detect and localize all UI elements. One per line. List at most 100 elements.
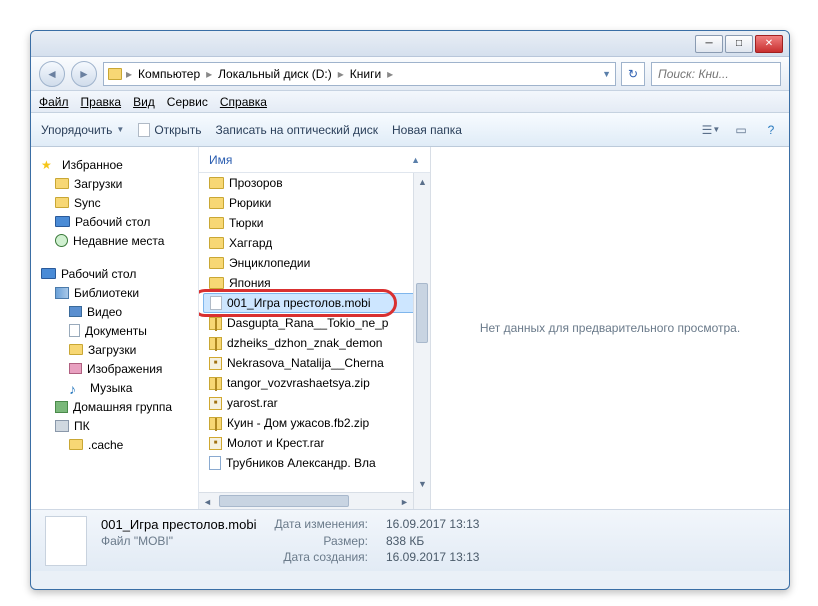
scroll-right-arrow[interactable]: ► [396,493,413,510]
file-row[interactable]: tangor_vozvrashaetsya.zip [199,373,430,393]
scroll-up-arrow[interactable]: ▲ [414,173,431,190]
search-input[interactable] [651,62,781,86]
file-row[interactable]: Трубников Александр. Вла [199,453,430,473]
sidebar-favorites[interactable]: ★Избранное [41,155,198,174]
sort-indicator-icon: ▲ [411,155,420,165]
status-filename: 001_Игра престолов.mobi [101,517,257,532]
sidebar-pc[interactable]: ПК [41,416,198,435]
zip-icon [209,317,222,330]
sidebar-documents[interactable]: Документы [41,321,198,340]
menu-view[interactable]: Вид [133,95,155,109]
sidebar-cache[interactable]: .cache [41,435,198,454]
chevron-down-icon[interactable]: ▼ [602,69,611,79]
sidebar-sync[interactable]: Sync [41,193,198,212]
file-row[interactable]: dzheiks_dzhon_znak_demon [199,333,430,353]
organize-button[interactable]: Упорядочить▼ [41,123,124,137]
scroll-thumb[interactable] [416,283,428,343]
breadcrumb-folder[interactable]: Книги [348,67,383,81]
file-row[interactable]: Прозоров [199,173,430,193]
refresh-button[interactable]: ↻ [621,62,645,86]
menu-file[interactable]: Файл [39,95,69,109]
scroll-left-arrow[interactable]: ◄ [199,493,216,510]
forward-button[interactable]: ► [71,61,97,87]
file-name: Хаггард [229,236,272,250]
document-icon [138,123,150,137]
file-row[interactable]: Dasgupta_Rana__Tokio_ne_p [199,313,430,333]
burn-button[interactable]: Записать на оптический диск [215,123,378,137]
address-bar[interactable]: ▸ Компьютер ▸ Локальный диск (D:) ▸ Книг… [103,62,616,86]
doc-icon [210,296,222,310]
document-icon [69,324,80,337]
sidebar-music[interactable]: ♪Музыка [41,378,198,397]
help-button[interactable]: ? [763,122,779,138]
minimize-button[interactable]: ─ [695,35,723,53]
chevron-right-icon: ▸ [126,67,132,81]
folder-icon [69,439,83,450]
file-row[interactable]: ■yarost.rar [199,393,430,413]
web-icon [209,456,221,470]
sidebar-downloads[interactable]: Загрузки [41,174,198,193]
breadcrumb-drive[interactable]: Локальный диск (D:) [216,67,334,81]
close-button[interactable]: ✕ [755,35,783,53]
file-row[interactable]: ■Nekrasova_Natalija__Cherna [199,353,430,373]
file-name: tangor_vozvrashaetsya.zip [227,376,370,390]
status-size-label: Размер: [275,534,369,548]
horizontal-scrollbar[interactable]: ◄ ► [199,492,413,509]
folder-icon [209,177,224,189]
desktop-icon [41,268,56,279]
back-button[interactable]: ◄ [39,61,65,87]
file-row[interactable]: Энциклопедии [199,253,430,273]
file-row[interactable]: 001_Игра престолов.mobi [203,293,426,313]
file-row[interactable]: Япония [199,273,430,293]
sidebar-homegroup[interactable]: Домашняя группа [41,397,198,416]
video-icon [69,306,82,317]
file-row[interactable]: ■ Молот и Крест.rar [199,433,430,453]
file-row[interactable]: Хаггард [199,233,430,253]
chevron-right-icon: ▸ [387,67,393,81]
folder-icon [209,197,224,209]
sidebar-pictures[interactable]: Изображения [41,359,198,378]
rar-icon: ■ [209,437,222,450]
status-bar: 001_Игра престолов.mobi Дата изменения: … [31,509,789,571]
chevron-right-icon: ▸ [338,67,344,81]
navbar: ◄ ► ▸ Компьютер ▸ Локальный диск (D:) ▸ … [31,57,789,91]
column-header-name[interactable]: Имя ▲ [199,147,430,173]
new-folder-button[interactable]: Новая папка [392,123,462,137]
view-options-button[interactable]: ☰ ▼ [703,122,719,138]
folder-icon [108,68,122,80]
folder-icon [209,257,224,269]
file-name: Молот и Крест.rar [227,436,324,450]
folder-icon [69,344,83,355]
scroll-thumb[interactable] [219,495,349,507]
breadcrumb-computer[interactable]: Компьютер [136,67,202,81]
menubar: Файл Правка Вид Сервис Справка [31,91,789,113]
computer-icon [55,420,69,432]
preview-empty-text: Нет данных для предварительного просмотр… [480,321,740,335]
scroll-down-arrow[interactable]: ▼ [414,475,431,492]
file-name: dzheiks_dzhon_znak_demon [227,336,382,350]
menu-tools[interactable]: Сервис [167,95,208,109]
file-row[interactable]: Тюрки [199,213,430,233]
maximize-button[interactable]: □ [725,35,753,53]
clock-icon [55,234,68,247]
preview-pane-button[interactable]: ▭ [733,122,749,138]
sidebar: ★Избранное Загрузки Sync Рабочий стол Не… [31,147,199,509]
sidebar-recent[interactable]: Недавние места [41,231,198,250]
sidebar-libraries[interactable]: Библиотеки [41,283,198,302]
sidebar-video[interactable]: Видео [41,302,198,321]
file-row[interactable]: Рюрики [199,193,430,213]
library-icon [55,287,69,299]
status-created-label: Дата создания: [275,550,369,564]
menu-help[interactable]: Справка [220,95,267,109]
file-row[interactable]: Куин - Дом ужасов.fb2.zip [199,413,430,433]
sidebar-desktop-group[interactable]: Рабочий стол [41,264,198,283]
folder-icon [55,197,69,208]
vertical-scrollbar[interactable]: ▲ ▼ [413,173,430,509]
chevron-right-icon: ▸ [206,67,212,81]
sidebar-desktop[interactable]: Рабочий стол [41,212,198,231]
menu-edit[interactable]: Правка [81,95,122,109]
open-button[interactable]: Открыть [138,123,201,137]
sidebar-downloads2[interactable]: Загрузки [41,340,198,359]
file-name: Nekrasova_Natalija__Cherna [227,356,384,370]
file-name: Трубников Александр. Вла [226,456,376,470]
